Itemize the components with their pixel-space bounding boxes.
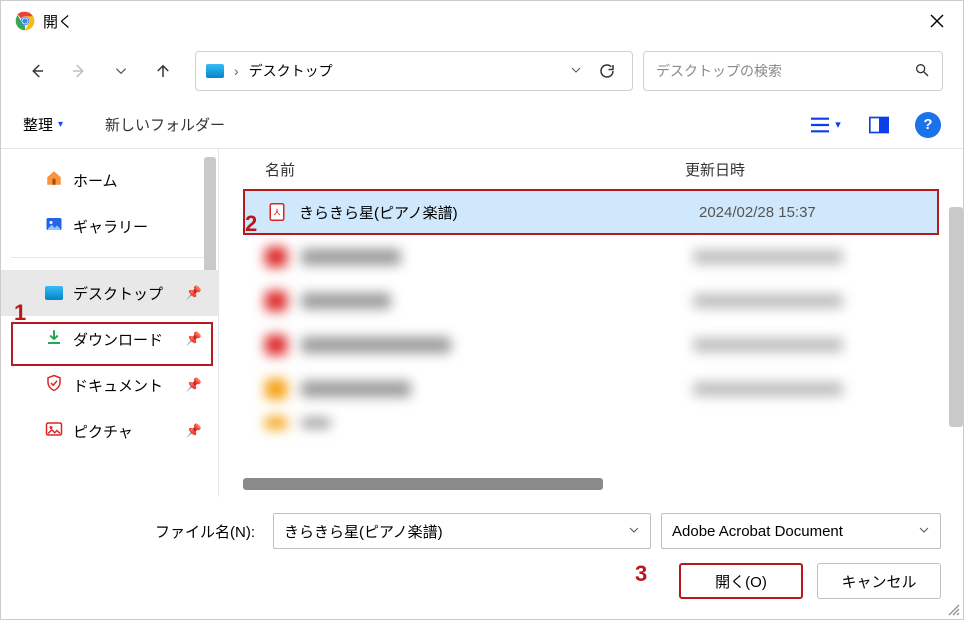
titlebar: 開く	[1, 1, 963, 41]
callout-1: 1	[14, 300, 26, 326]
file-row-blurred	[219, 279, 963, 323]
filetype-caret[interactable]	[918, 523, 930, 540]
open-dialog: 開く › デスクトップ	[0, 0, 964, 620]
pictures-icon	[45, 420, 63, 442]
body: ホーム ギャラリー デスクトップ 📌 ダウンロード 📌	[1, 149, 963, 497]
pin-icon: 📌	[186, 423, 202, 439]
resize-grip[interactable]	[947, 603, 961, 617]
callout-3: 3	[635, 561, 647, 587]
breadcrumb-sep: ›	[234, 63, 239, 79]
file-name: きらきら星(ピアノ楽譜)	[299, 202, 687, 223]
sidebar-item-downloads[interactable]: ダウンロード 📌	[1, 316, 218, 362]
chrome-icon	[15, 11, 35, 31]
home-icon	[45, 169, 63, 191]
up-button[interactable]	[147, 55, 179, 87]
caret-down-icon: ▾	[58, 119, 63, 130]
forward-button[interactable]	[63, 55, 95, 87]
file-row-selected[interactable]: 人 きらきら星(ピアノ楽譜) 2024/02/28 15:37	[243, 189, 939, 235]
filetype-select[interactable]: Adobe Acrobat Document	[661, 513, 941, 549]
filename-dropdown[interactable]	[628, 523, 640, 540]
filename-label: ファイル名(N):	[23, 521, 263, 542]
toolbar: 整理 ▾ 新しいフォルダー ▾ ?	[1, 101, 963, 149]
recent-dropdown[interactable]	[105, 55, 137, 87]
help-button[interactable]: ?	[915, 112, 941, 138]
organize-menu[interactable]: 整理 ▾	[23, 114, 63, 135]
column-name[interactable]: 名前	[265, 159, 685, 180]
file-area: 名前 更新日時 ˅ 人 きらきら星(ピアノ楽譜) 2024/02/28 15:3…	[219, 149, 963, 497]
search-placeholder: デスクトップの検索	[656, 61, 914, 81]
pdf-icon: 人	[267, 202, 287, 222]
callout-2: 2	[245, 211, 257, 237]
gallery-icon	[45, 215, 63, 237]
sidebar-item-documents[interactable]: ドキュメント 📌	[1, 362, 218, 408]
file-row-blurred	[219, 235, 963, 279]
search-box[interactable]: デスクトップの検索	[643, 51, 943, 91]
sidebar-separator	[11, 257, 208, 258]
column-date[interactable]: 更新日時	[685, 159, 885, 180]
close-button[interactable]	[915, 1, 959, 41]
download-icon	[45, 328, 63, 350]
sidebar: ホーム ギャラリー デスクトップ 📌 ダウンロード 📌	[1, 149, 219, 497]
file-row-blurred	[219, 367, 963, 411]
address-bar[interactable]: › デスクトップ	[195, 51, 633, 91]
back-button[interactable]	[21, 55, 53, 87]
folder-icon	[206, 64, 224, 78]
cancel-button[interactable]: キャンセル	[817, 563, 941, 599]
folder-icon	[45, 286, 63, 300]
preview-pane-button[interactable]	[861, 107, 897, 143]
file-row-blurred	[219, 323, 963, 367]
filename-input[interactable]: きらきら星(ピアノ楽譜)	[273, 513, 651, 549]
footer: ファイル名(N): きらきら星(ピアノ楽譜) Adobe Acrobat Doc…	[1, 497, 963, 619]
pin-icon: 📌	[186, 285, 202, 301]
sidebar-item-desktop[interactable]: デスクトップ 📌	[1, 270, 218, 316]
column-headers[interactable]: 名前 更新日時 ˅	[219, 149, 963, 189]
horizontal-scrollbar[interactable]	[235, 475, 947, 493]
view-menu[interactable]: ▾	[807, 107, 843, 143]
sidebar-item-home[interactable]: ホーム	[1, 157, 218, 203]
sidebar-item-pictures[interactable]: ピクチャ 📌	[1, 408, 218, 454]
pin-icon: 📌	[186, 331, 202, 347]
sidebar-item-gallery[interactable]: ギャラリー	[1, 203, 218, 249]
svg-text:人: 人	[274, 207, 281, 216]
new-folder-button[interactable]: 新しいフォルダー	[105, 114, 225, 135]
open-button[interactable]: 開く(O)	[679, 563, 803, 599]
file-date: 2024/02/28 15:37	[699, 204, 816, 221]
search-icon	[914, 62, 930, 81]
shield-icon	[45, 374, 63, 396]
refresh-button[interactable]	[592, 62, 622, 80]
file-row-blurred	[219, 411, 963, 435]
breadcrumb-caret[interactable]	[570, 63, 582, 79]
pin-icon: 📌	[186, 377, 202, 393]
breadcrumb: デスクトップ	[249, 61, 560, 81]
file-rows: 人 きらきら星(ピアノ楽譜) 2024/02/28 15:37	[219, 189, 963, 475]
window-title: 開く	[43, 11, 73, 32]
navbar: › デスクトップ デスクトップの検索	[1, 41, 963, 101]
